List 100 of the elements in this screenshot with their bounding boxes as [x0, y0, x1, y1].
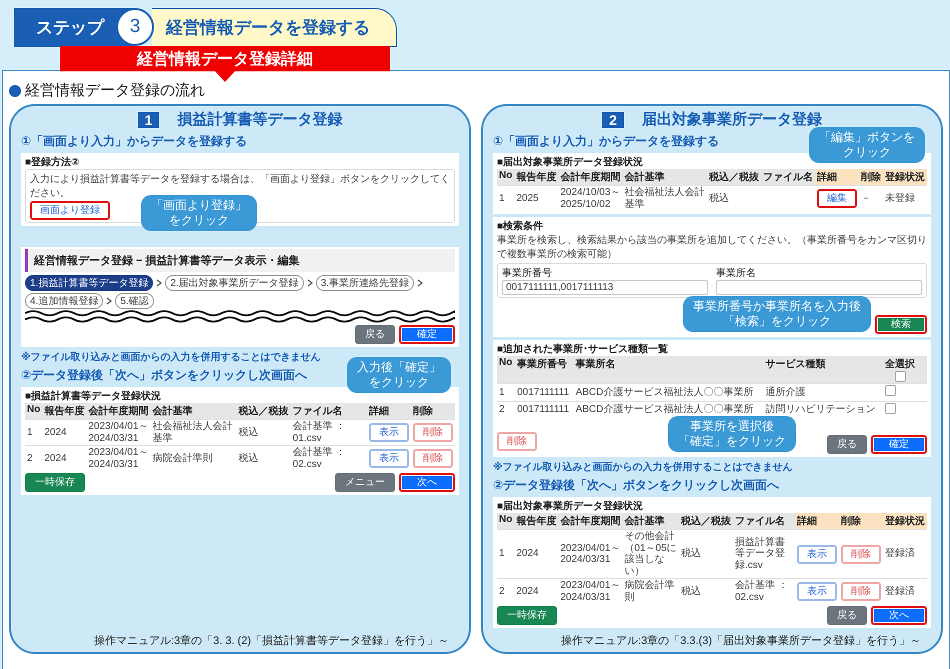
column-header: 税込／税抜	[678, 513, 733, 530]
checkbox[interactable]	[885, 385, 896, 396]
primary-button[interactable]: 次へ	[399, 473, 455, 492]
secondary-button[interactable]: 戻る	[827, 435, 867, 454]
table-cell: 税込	[680, 548, 701, 560]
column-header: ファイル名	[732, 513, 795, 530]
table-cell: 1	[27, 426, 33, 438]
table-cell: 病院会計準則	[624, 580, 674, 602]
callout-text: 事業所番号か事業所名を入力後	[693, 299, 861, 314]
secondary-button[interactable]: 戻る	[355, 325, 395, 344]
chevron-icon	[156, 279, 162, 287]
callout-text: をクリック	[168, 213, 230, 228]
column-header: 削除	[410, 403, 455, 420]
primary-button[interactable]: 次へ	[871, 606, 927, 625]
step-tab[interactable]: 3.事業所連絡先登録	[316, 275, 414, 291]
step-tab[interactable]: 1.損益計算書等データ登録	[25, 275, 154, 291]
table-cell: 2024/10/03～ 2025/10/02	[560, 187, 620, 210]
select-all-checkbox[interactable]	[894, 371, 906, 382]
bullet-icon	[9, 84, 21, 96]
view-button[interactable]: 表示	[796, 544, 837, 564]
column-header: No	[25, 403, 42, 420]
column-header: 登録状況	[883, 169, 927, 186]
field-label: 事業所番号	[502, 266, 553, 280]
step-heading: ②データ登録後「次へ」ボタンをクリックし次画面へ	[21, 367, 308, 384]
chevron-icon	[306, 279, 313, 287]
section-caption: ■検索条件	[497, 220, 544, 233]
column-header: 事業所名	[576, 358, 616, 371]
section-title: 経営情報データ登録の流れ	[25, 81, 205, 100]
delete-button[interactable]: 削除	[840, 582, 881, 601]
table-cell: その他会計（01～05に該当しない）	[624, 531, 677, 576]
column-header: 詳細	[794, 513, 839, 530]
column-header: No	[497, 169, 514, 186]
step-heading: ②データ登録後「次へ」ボタンをクリックし次画面へ	[493, 477, 780, 494]
primary-button[interactable]: 確定	[399, 325, 455, 344]
column-header: ファイル名	[761, 169, 815, 186]
table-cell: 0017111111	[517, 386, 570, 398]
table-cell: 訪問リハビリテーション	[766, 404, 876, 415]
secondary-button[interactable]: 戻る	[827, 606, 867, 625]
view-button[interactable]: 表示	[368, 449, 409, 468]
table-cell: 1	[499, 548, 505, 560]
column-header: 報告年度	[514, 513, 558, 530]
table-cell: ABCD介護サービス福祉法人〇〇事業所	[576, 404, 754, 415]
delete-button[interactable]: 削除	[497, 432, 537, 451]
table-cell: 1	[499, 386, 505, 398]
column-header: 登録状況	[882, 513, 927, 530]
chevron-icon	[417, 279, 424, 287]
table-cell: 未登録	[885, 192, 915, 204]
primary-button[interactable]: 確定	[871, 435, 927, 454]
table-cell: 2024	[44, 426, 67, 438]
panel-number: 2	[602, 112, 624, 128]
table-cell: 税込	[680, 586, 701, 597]
column-header: 削除	[838, 513, 883, 530]
callout-text: 入力後「確定」	[357, 360, 441, 375]
step-tab[interactable]: 4.追加情報登録	[25, 293, 104, 309]
table-cell: 2024	[516, 548, 539, 560]
save-button[interactable]: 一時保存	[497, 606, 557, 625]
note-text: ※ファイル取り込みと画面からの入力を併用することはできません	[493, 460, 793, 474]
column-header: 詳細	[815, 169, 859, 186]
input-field[interactable]: 0017111111,0017111113	[502, 280, 708, 295]
column-header: No	[497, 513, 514, 530]
table-cell: 税込	[709, 192, 729, 204]
step-tab[interactable]: 2.届出対象事業所データ登録	[165, 275, 304, 291]
field-label: 事業所名	[716, 266, 757, 280]
save-button[interactable]: 一時保存	[25, 473, 85, 492]
table-caption: ■届出対象事業所データ登録状況	[497, 155, 644, 169]
delete-button[interactable]: 削除	[840, 544, 881, 564]
view-button[interactable]: 表示	[796, 582, 837, 601]
column-header: 事業所番号	[517, 358, 568, 371]
panel-number: 1	[138, 112, 160, 128]
table-cell: 0017111111	[517, 404, 570, 415]
table-cell: 会計基準 ：02.csv	[734, 580, 788, 602]
view-button[interactable]: 表示	[368, 423, 409, 442]
table-cell: 2024	[516, 586, 539, 597]
column-header: 会計基準	[622, 513, 679, 530]
table-cell: 2	[27, 452, 33, 464]
register-button[interactable]: 画面より登録	[30, 201, 110, 220]
table-cell: 税込	[238, 452, 259, 464]
input-field[interactable]	[716, 280, 922, 295]
callout-text: 「画面より登録」	[151, 198, 247, 213]
edit-button[interactable]: 編集	[817, 189, 857, 208]
manual-reference: 操作マニュアル:3章の「3.3.(3)「届出対象事業所データ登録」を行う」～	[560, 634, 922, 648]
table-cell: ABCD介護サービス福祉法人〇〇事業所	[576, 386, 754, 398]
table-cell: 2023/04/01～ 2024/03/31	[88, 447, 148, 470]
search-button[interactable]: 検索	[875, 315, 927, 334]
column-header: 会計基準	[150, 403, 237, 420]
column-header: 詳細	[366, 403, 411, 420]
column-header: No	[499, 357, 512, 368]
table-cell: －	[861, 192, 871, 204]
table-cell: 病院会計準則	[152, 452, 212, 464]
step-tab[interactable]: 5.確認	[115, 293, 154, 309]
secondary-button[interactable]: メニュー	[335, 473, 395, 492]
table-cell: 会計基準 ：02.csv	[292, 447, 346, 470]
column-header: 会計年度期間	[558, 513, 622, 530]
table-caption: ■追加された事業所･サービス種類一覧	[497, 342, 670, 356]
note-text: ※ファイル取り込みと画面からの入力を併用することはできません	[21, 350, 321, 364]
callout-text: 「編集」ボタンを	[819, 130, 915, 145]
delete-button[interactable]: 削除	[412, 423, 453, 442]
table-cell: 社会福祉法人会計基準	[624, 187, 704, 210]
delete-button[interactable]: 削除	[412, 449, 453, 468]
checkbox[interactable]	[885, 402, 896, 414]
